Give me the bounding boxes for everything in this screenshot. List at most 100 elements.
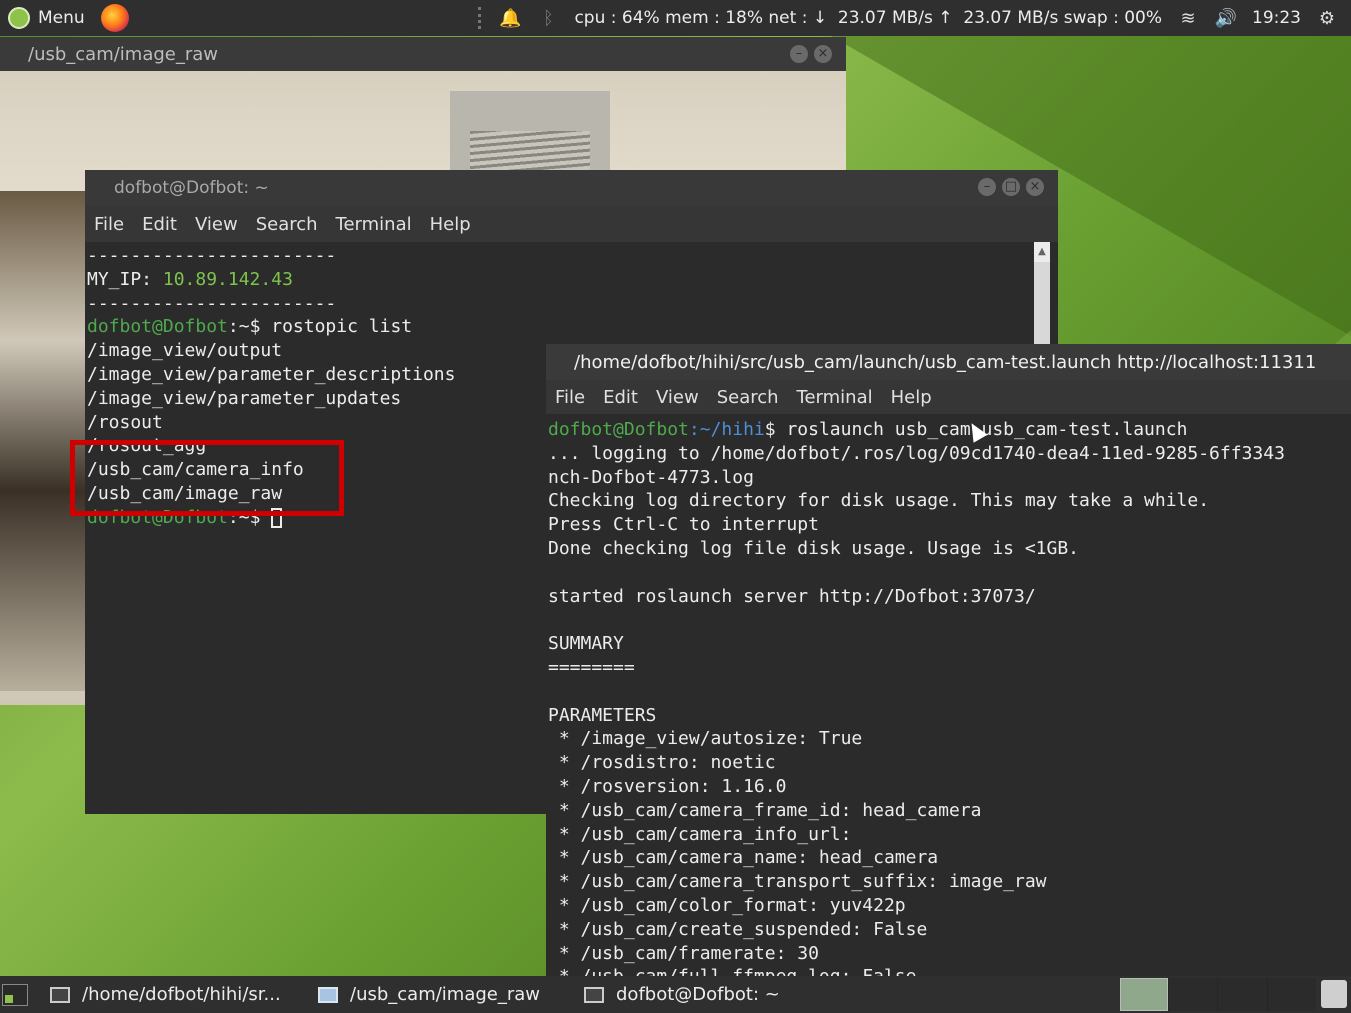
taskbar-item-label: /home/dofbot/hihi/sr...	[82, 984, 281, 1005]
terminal-line: dofbot@Dofbot:~/hihi$ roslaunch usb_cam …	[548, 418, 1285, 442]
menu-button[interactable]: Menu	[0, 0, 95, 36]
terminal-line: * /usb_cam/full_ffmpeg_log: False	[548, 965, 1285, 976]
window-controls: – ×	[790, 45, 832, 63]
highlight-annotation	[70, 440, 344, 516]
terminal-window-roslaunch: /home/dofbot/hihi/src/usb_cam/launch/usb…	[546, 344, 1351, 976]
terminal-line: ​	[548, 561, 1285, 585]
taskbar-item-launch-terminal[interactable]: /home/dofbot/hihi/sr...	[50, 976, 281, 1013]
taskbar-item-label: dofbot@Dofbot: ~	[616, 984, 780, 1005]
panel-tray: 🔔 ᛒ cpu : 64% mem : 18% net : ↓ 23.07 MB…	[478, 0, 1351, 36]
terminal-line: PARAMETERS	[548, 704, 657, 726]
terminal-line: * /usb_cam/camera_name: head_camera	[548, 847, 939, 869]
terminal-line: Checking log directory for disk usage. T…	[548, 490, 1210, 512]
terminal-output[interactable]: dofbot@Dofbot:~/hihi$ roslaunch usb_cam …	[548, 418, 1285, 976]
menu-view[interactable]: View	[195, 214, 238, 235]
menu-terminal[interactable]: Terminal	[797, 387, 873, 408]
terminal-line: /rosout	[87, 411, 163, 433]
minimize-button[interactable]: –	[978, 178, 996, 196]
clock[interactable]: 19:23	[1252, 8, 1301, 28]
terminal-line: SUMMARY	[548, 633, 624, 655]
top-panel: Menu 🔔 ᛒ cpu : 64% mem : 18% net : ↓ 23.…	[0, 0, 1351, 36]
scrollbar[interactable]	[1034, 262, 1050, 345]
workspace-cell[interactable]	[1217, 978, 1267, 1011]
taskbar-item-image-view[interactable]: /usb_cam/image_raw	[318, 976, 540, 1013]
terminal-line: ========	[548, 656, 635, 678]
prompt-end: $	[764, 419, 787, 440]
ip-label: MY_IP:	[87, 268, 163, 290]
prompt-user: dofbot@Dofbot	[87, 316, 228, 338]
terminal-line: * /rosversion: 1.16.0	[548, 775, 787, 797]
close-button[interactable]: ×	[814, 45, 832, 63]
terminal-line: -----------------------	[87, 245, 337, 266]
terminal-line: started roslaunch server http://Dofbot:3…	[548, 585, 1036, 607]
terminal-icon	[584, 986, 604, 1003]
terminal-line: * /usb_cam/create_suspended: False	[548, 918, 928, 940]
workspace-cell[interactable]	[1168, 978, 1218, 1011]
volume-icon[interactable]: 🔊	[1214, 8, 1238, 29]
terminal-line: * /usb_cam/camera_frame_id: head_camera	[548, 799, 982, 821]
terminal-line: ​	[548, 608, 1285, 632]
terminal-line: Press Ctrl-C to interrupt	[548, 514, 819, 536]
minimize-button[interactable]: –	[790, 45, 808, 63]
taskbar-item-label: /usb_cam/image_raw	[350, 984, 541, 1005]
panel-separator	[478, 7, 484, 29]
workspace-switcher-active[interactable]	[1120, 978, 1168, 1011]
terminal-line: nch-Dofbot-4773.log	[548, 466, 754, 488]
terminal-icon	[50, 986, 70, 1003]
firefox-icon[interactable]	[100, 4, 129, 32]
show-desktop-button[interactable]	[2, 984, 28, 1006]
window-controls: – □ ×	[978, 178, 1044, 196]
menu-help[interactable]: Help	[430, 214, 471, 235]
terminal-line: * /usb_cam/camera_info_url:	[548, 823, 863, 845]
menu-file[interactable]: File	[94, 214, 124, 235]
menu-label: Menu	[38, 8, 85, 28]
window-title: dofbot@Dofbot: ~	[114, 178, 269, 198]
menu-view[interactable]: View	[656, 387, 699, 408]
terminal-line: ​	[548, 680, 1285, 704]
terminal-line: * /rosdistro: noetic	[548, 752, 776, 774]
terminal-line: /image_view/parameter_updates	[87, 387, 402, 409]
image-viewer-icon	[318, 986, 338, 1003]
menu-edit[interactable]: Edit	[603, 387, 638, 408]
system-monitor[interactable]: cpu : 64% mem : 18% net : ↓ 23.07 MB/s ↑…	[574, 8, 1162, 28]
wifi-icon[interactable]: ≋	[1176, 8, 1200, 29]
trash-icon[interactable]	[1321, 980, 1347, 1008]
terminal-line: * /image_view/autosize: True	[548, 728, 863, 750]
menu-terminal[interactable]: Terminal	[336, 214, 412, 235]
terminal-line: * /usb_cam/color_format: yuv422p	[548, 894, 906, 916]
window-title: /home/dofbot/hihi/src/usb_cam/launch/usb…	[574, 351, 1317, 373]
window-titlebar[interactable]: /usb_cam/image_raw – ×	[0, 37, 846, 71]
terminal-line: /image_view/parameter_descriptions	[87, 363, 456, 385]
workspace-switcher	[1168, 978, 1316, 1011]
maximize-button[interactable]: □	[1002, 178, 1020, 196]
terminal-line: /image_view/output	[87, 340, 283, 362]
menu-search[interactable]: Search	[256, 214, 318, 235]
terminal-line: MY_IP: 10.89.142.43	[87, 268, 455, 292]
command: rostopic list	[271, 316, 413, 338]
window-titlebar[interactable]: /home/dofbot/hihi/src/usb_cam/launch/usb…	[546, 344, 1351, 380]
menu-help[interactable]: Help	[891, 387, 932, 408]
mint-logo-icon	[8, 7, 30, 29]
command: roslaunch usb_cam usb_cam-test.launch	[786, 419, 1188, 440]
close-button[interactable]: ×	[1026, 178, 1044, 196]
bell-icon[interactable]: 🔔	[498, 8, 522, 29]
workspace-cell[interactable]	[1266, 978, 1316, 1011]
bluetooth-icon[interactable]: ᛒ	[536, 8, 560, 29]
menu-search[interactable]: Search	[717, 387, 779, 408]
bottom-panel: /home/dofbot/hihi/sr... /usb_cam/image_r…	[0, 976, 1351, 1013]
menu-edit[interactable]: Edit	[142, 214, 177, 235]
menu-file[interactable]: File	[555, 387, 585, 408]
gear-icon[interactable]: ⚙	[1315, 8, 1339, 29]
scroll-up-arrow-icon[interactable]: ▲	[1034, 242, 1050, 262]
prompt-path: :~/hihi	[688, 419, 765, 440]
ip-value: 10.89.142.43	[162, 268, 293, 290]
prompt-rest: :~$	[227, 316, 272, 338]
terminal-menubar: File Edit View Search Terminal Help	[546, 380, 1351, 414]
window-titlebar[interactable]: dofbot@Dofbot: ~ – □ ×	[85, 170, 1058, 206]
taskbar-item-home-terminal[interactable]: dofbot@Dofbot: ~	[584, 976, 780, 1013]
terminal-line: dofbot@Dofbot:~$ rostopic list	[87, 315, 455, 339]
window-title: /usb_cam/image_raw	[28, 43, 219, 65]
terminal-line: ... logging to /home/dofbot/.ros/log/09c…	[548, 442, 1285, 464]
prompt-user: dofbot@Dofbot	[548, 419, 689, 440]
terminal-line: -----------------------	[87, 292, 337, 314]
